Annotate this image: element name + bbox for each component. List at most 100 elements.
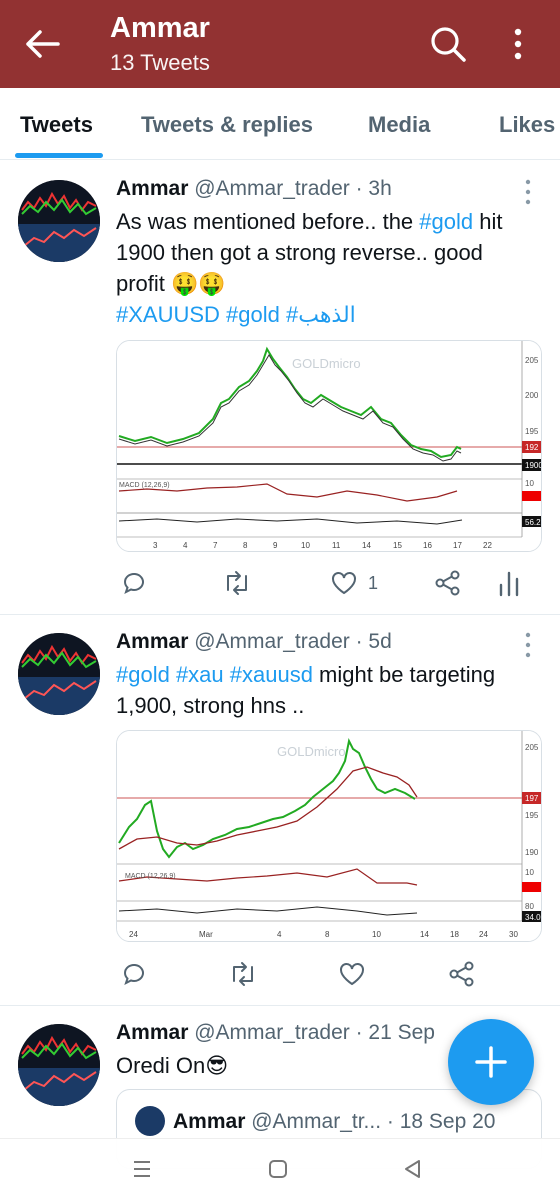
- price-label: 195: [525, 811, 539, 820]
- tweet[interactable]: Ammar @Ammar_trader · 3h As was mentione…: [0, 161, 560, 615]
- author-handle[interactable]: @Ammar_trader: [194, 630, 350, 653]
- tab-tweets-and-replies[interactable]: Tweets & replies: [141, 112, 313, 138]
- hashtag-link[interactable]: #gold #xau #xauusd: [116, 662, 313, 687]
- x-tick: 24: [129, 930, 138, 939]
- analytics-icon: [499, 571, 519, 597]
- tweet-time: · 21 Sep: [355, 1021, 435, 1044]
- tab-tweets[interactable]: Tweets: [20, 112, 93, 138]
- tab-media[interactable]: Media: [368, 112, 430, 138]
- tweet-time: · 5d: [355, 630, 392, 653]
- retweet-button[interactable]: [222, 563, 252, 603]
- reply-icon: [123, 572, 144, 594]
- author-name[interactable]: Ammar: [116, 1021, 188, 1044]
- retweet-icon: [233, 962, 253, 986]
- tweet-time: · 3h: [355, 177, 392, 200]
- macd-value: 80: [525, 902, 534, 911]
- share-button[interactable]: [448, 954, 476, 994]
- macd-value: 10: [525, 868, 534, 877]
- x-tick: 30: [509, 930, 518, 939]
- x-tick: 15: [393, 541, 402, 550]
- quoted-avatar: [135, 1106, 165, 1136]
- tweet-chart-image[interactable]: GOLDmicro 205 200 195 192 1900 MACD (12,…: [116, 340, 542, 552]
- profile-tabs: Tweets Tweets & replies Media Likes: [0, 88, 560, 160]
- tweet-chart-image[interactable]: GOLDmicro 205 197 195 190 MACD (12,26,9)…: [116, 730, 542, 942]
- tweet-meta: Ammar @Ammar_trader · 21 Sep: [116, 1021, 435, 1045]
- quoted-author-handle: @Ammar_tr...: [251, 1110, 382, 1133]
- x-tick: 7: [213, 541, 218, 550]
- x-tick: 8: [325, 930, 330, 939]
- avatar[interactable]: [18, 1024, 100, 1106]
- like-button[interactable]: [338, 954, 366, 994]
- plus-icon: [475, 1046, 507, 1078]
- author-name[interactable]: Ammar: [116, 630, 188, 653]
- chart-watermark: GOLDmicro: [277, 744, 346, 759]
- tweet-text: #gold #xau #xauusd might be targeting 1,…: [116, 659, 536, 721]
- reply-button[interactable]: [120, 563, 146, 603]
- back-arrow-icon[interactable]: [22, 26, 62, 62]
- reply-button[interactable]: [120, 954, 146, 994]
- tweet-more-icon[interactable]: [522, 632, 534, 658]
- chart-watermark: GOLDmicro: [292, 356, 361, 371]
- x-tick: 24: [479, 930, 488, 939]
- retweet-button[interactable]: [228, 954, 258, 994]
- heart-icon: [340, 963, 364, 986]
- macd-value: 34.0: [525, 913, 541, 922]
- back-nav-icon[interactable]: [400, 1157, 424, 1181]
- tweet-actions: [0, 954, 560, 994]
- x-tick: 14: [420, 930, 429, 939]
- price-label: 192: [525, 443, 539, 452]
- share-button[interactable]: [434, 563, 462, 603]
- share-icon: [449, 961, 474, 987]
- price-label: 205: [525, 356, 539, 365]
- x-tick: 11: [332, 541, 341, 550]
- tweet-actions: 1: [0, 563, 560, 603]
- x-tick: 9: [273, 541, 278, 550]
- heart-icon: [332, 572, 356, 595]
- search-icon[interactable]: [428, 24, 468, 64]
- tab-likes[interactable]: Likes: [499, 112, 555, 138]
- home-icon[interactable]: [266, 1157, 290, 1181]
- profile-header: Ammar 13 Tweets: [0, 0, 560, 88]
- x-tick: 18: [450, 930, 459, 939]
- price-label: 195: [525, 427, 539, 436]
- tweet-meta: Ammar @Ammar_trader · 3h: [116, 177, 392, 201]
- hashtag-link[interactable]: #gold: [419, 209, 473, 234]
- price-label: 205: [525, 743, 539, 752]
- active-tab-indicator: [15, 153, 103, 158]
- tweet-meta: Ammar @Ammar_trader · 5d: [116, 630, 392, 654]
- author-handle[interactable]: @Ammar_trader: [194, 1021, 350, 1044]
- x-tick: 16: [423, 541, 432, 550]
- avatar[interactable]: [18, 633, 100, 715]
- x-tick: 4: [277, 930, 282, 939]
- x-tick: Mar: [199, 930, 213, 939]
- x-tick: 10: [301, 541, 310, 550]
- quoted-author-name: Ammar: [173, 1110, 246, 1133]
- macd-label: MACD (12,26,9): [119, 482, 170, 489]
- tweet-text-segment: As was mentioned before.. the: [116, 209, 420, 234]
- more-options-icon[interactable]: [508, 24, 528, 64]
- hashtag-line[interactable]: #XAUUSD #gold #الذهب: [116, 302, 356, 327]
- x-tick: 8: [243, 541, 248, 550]
- share-icon: [435, 570, 460, 596]
- retweet-icon: [227, 571, 247, 595]
- x-tick: 10: [372, 930, 381, 939]
- recent-apps-icon[interactable]: [130, 1157, 154, 1181]
- tweet[interactable]: Ammar @Ammar_trader · 5d #gold #xau #xau…: [0, 615, 560, 1006]
- x-tick: 14: [362, 541, 371, 550]
- price-label: 197: [525, 794, 539, 803]
- tweet-count: 13 Tweets: [110, 50, 210, 75]
- analytics-button[interactable]: [498, 563, 520, 603]
- profile-name: Ammar: [110, 12, 210, 44]
- author-name[interactable]: Ammar: [116, 177, 188, 200]
- x-tick: 17: [453, 541, 462, 550]
- like-button[interactable]: 1: [330, 563, 378, 603]
- author-handle[interactable]: @Ammar_trader: [194, 177, 350, 200]
- avatar[interactable]: [18, 180, 100, 262]
- x-tick: 4: [183, 541, 188, 550]
- tweet-more-icon[interactable]: [522, 179, 534, 205]
- macd-value: 10: [525, 479, 534, 488]
- tweet-text: As was mentioned before.. the #gold hit …: [116, 206, 516, 330]
- macd-value: 56.2: [525, 518, 541, 527]
- compose-tweet-button[interactable]: [448, 1019, 534, 1105]
- like-count: 1: [368, 572, 379, 593]
